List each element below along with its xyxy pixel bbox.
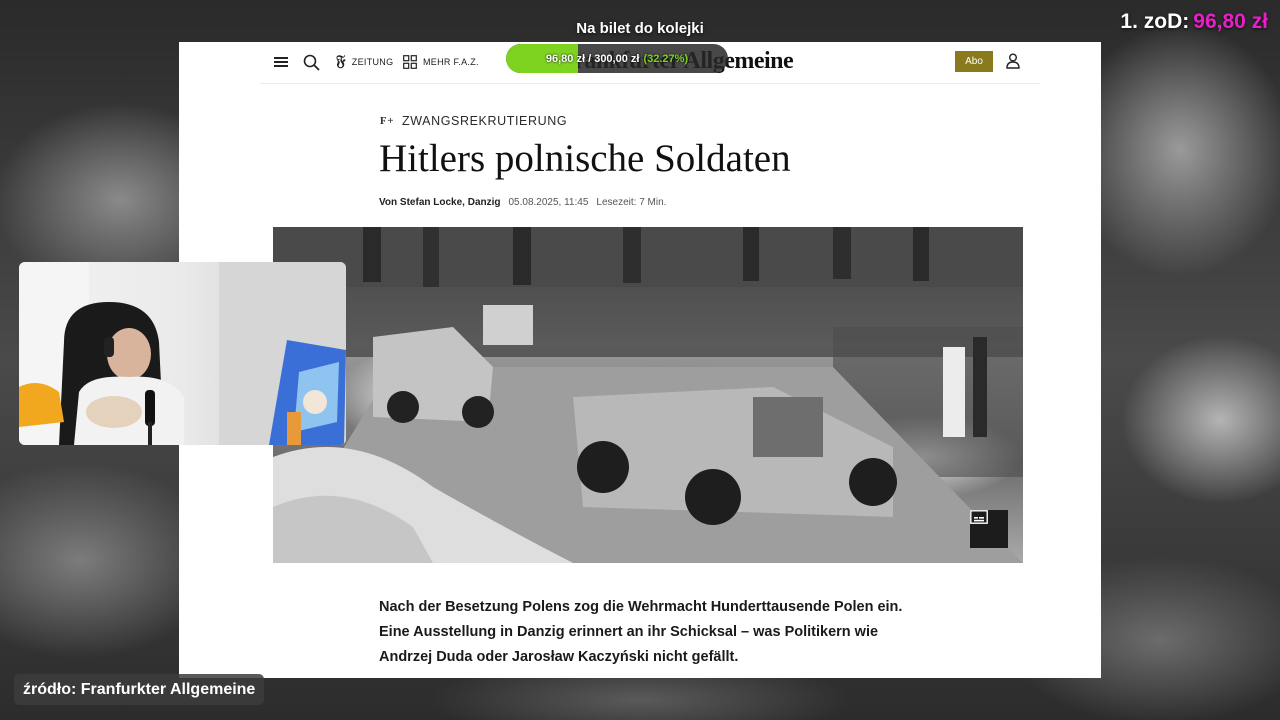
- mehr-faz-link[interactable]: MEHR F.A.Z.: [403, 42, 479, 82]
- lead-line: Nach der Besetzung Polens zog die Wehrma…: [379, 599, 903, 615]
- progress-percent: (32.27%): [643, 52, 689, 65]
- lead-line: Eine Ausstellung in Danzig erinnert an i…: [379, 624, 879, 640]
- search-button[interactable]: [303, 42, 320, 82]
- article-byline: Von Stefan Locke, Danzig 05.08.2025, 11:…: [379, 197, 666, 208]
- subtitles-icon: [970, 510, 988, 524]
- source-label: źródło: Franfurkter Allgemeine: [14, 674, 265, 705]
- webcam-illustration: [19, 262, 346, 445]
- caption-toggle-button[interactable]: [970, 510, 1008, 548]
- progress-amounts: 96,80 zł / 300,00 zł: [545, 52, 640, 65]
- top-donor-amount: 96,80 zł: [1193, 10, 1268, 33]
- article-kicker: F+ ZWANGSREKRUTIERUNG: [379, 113, 567, 129]
- grid-icon: [403, 55, 417, 69]
- account-button[interactable]: [1006, 53, 1020, 74]
- page-title: Hitlers polnische Soldaten: [379, 137, 791, 180]
- hero-photo-illustration: [273, 227, 1023, 563]
- top-donor: 1. zoD: 96,80 zł: [1120, 10, 1268, 34]
- goal-title: Na bilet do kolejki: [576, 20, 704, 37]
- hero-photo: [273, 227, 1023, 563]
- donation-progress-bar: 96,80 zł / 300,00 zł (32.27%): [506, 44, 728, 73]
- publish-date: 05.08.2025, 11:45: [508, 197, 589, 208]
- faz-plus-icon: F+: [379, 115, 395, 127]
- menu-button[interactable]: [274, 42, 290, 82]
- lead-line: Andrzej Duda oder Jarosław Kaczyński nic…: [379, 649, 739, 665]
- user-icon: [1006, 53, 1020, 69]
- top-donor-label: 1. zoD:: [1120, 10, 1190, 33]
- zeitung-label: ZEITUNG: [351, 57, 394, 67]
- mehr-label: MEHR F.A.Z.: [423, 57, 479, 67]
- webcam-feed: [19, 262, 346, 445]
- abo-button[interactable]: Abo: [955, 51, 993, 72]
- article-lead: Nach der Besetzung Polens zog die Wehrma…: [379, 595, 919, 670]
- zeitung-link[interactable]: 𝔉 ZEITUNG: [336, 42, 393, 82]
- progress-text: 96,80 zł / 300,00 zł (32.27%): [506, 44, 728, 73]
- kicker-label: ZWANGSREKRUTIERUNG: [402, 114, 568, 128]
- author-link[interactable]: Von Stefan Locke, Danzig: [379, 197, 501, 208]
- search-icon: [303, 54, 320, 71]
- faz-f-logo-icon: 𝔉: [336, 54, 346, 70]
- reading-time: Lesezeit: 7 Min.: [596, 197, 667, 208]
